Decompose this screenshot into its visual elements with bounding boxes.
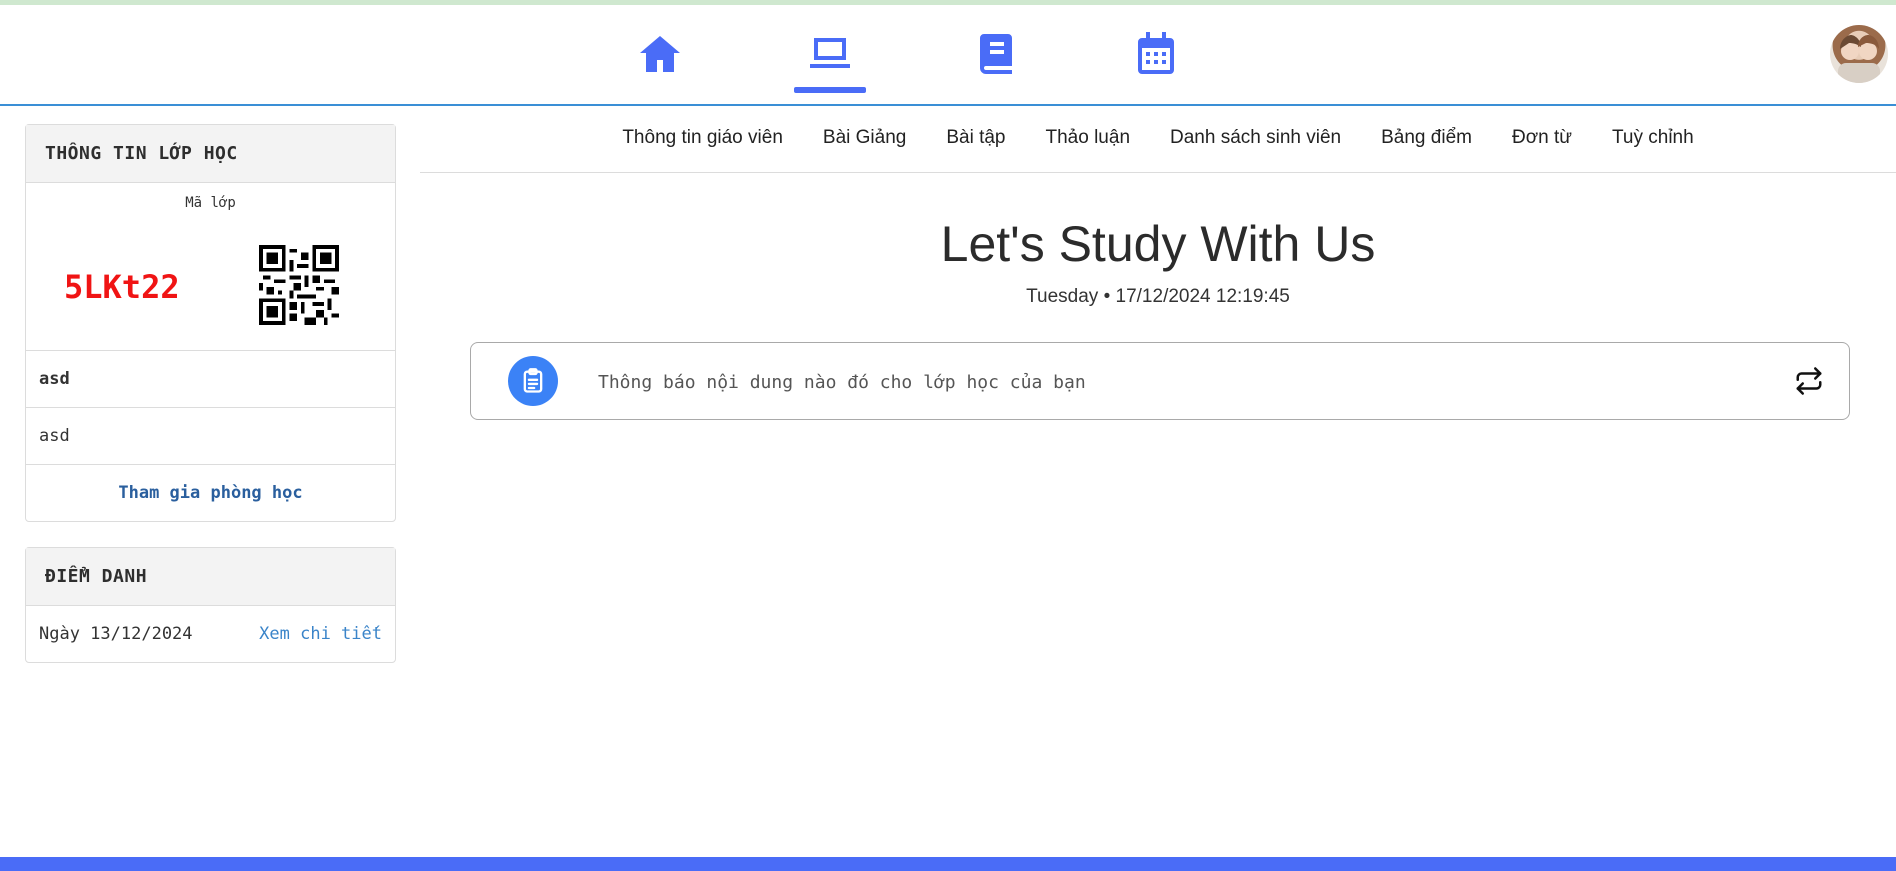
book-icon[interactable] [966, 30, 1026, 90]
announcement-input[interactable] [596, 361, 1750, 403]
qr-code-icon [259, 245, 339, 325]
class-info-heading: THÔNG TIN LỚP HỌC [26, 125, 395, 183]
class-code: 5LKt22 [64, 268, 180, 306]
tab-teacher-info[interactable]: Thông tin giáo viên [622, 127, 783, 149]
tab-assignments[interactable]: Bài tập [946, 127, 1005, 149]
top-navbar [0, 5, 1896, 106]
attendance-row: Ngày 13/12/2024 Xem chi tiết [26, 606, 395, 662]
announcement-box [470, 342, 1850, 420]
attendance-heading: ĐIỂM DANH [26, 548, 395, 606]
tab-student-list[interactable]: Danh sách sinh viên [1170, 127, 1341, 149]
clipboard-icon [508, 356, 558, 406]
join-room-link[interactable]: Tham gia phòng học [26, 465, 395, 521]
calendar-icon[interactable] [1126, 30, 1186, 90]
repeat-icon[interactable] [1794, 366, 1824, 396]
tab-settings[interactable]: Tuỳ chỉnh [1612, 127, 1694, 149]
tab-requests[interactable]: Đơn từ [1512, 127, 1572, 149]
hero-title: Let's Study With Us [940, 216, 1376, 272]
class-code-block: Mã lớp 5LKt22 [26, 183, 395, 351]
active-tab-indicator [794, 87, 866, 93]
class-tabs: Thông tin giáo viên Bài Giảng Bài tập Th… [420, 104, 1896, 173]
class-code-label: Mã lớp [185, 195, 236, 211]
hero-datetime: Tuesday • 17/12/2024 12:19:45 [1026, 286, 1290, 307]
tab-grades[interactable]: Bảng điểm [1381, 127, 1472, 149]
laptop-icon[interactable] [800, 30, 860, 90]
tab-discussion[interactable]: Thảo luận [1046, 127, 1131, 149]
class-description: asd [26, 408, 395, 465]
attendance-card: ĐIỂM DANH Ngày 13/12/2024 Xem chi tiết [25, 547, 396, 663]
footer-bar [0, 857, 1896, 871]
attendance-detail-link[interactable]: Xem chi tiết [259, 624, 382, 644]
class-info-card: THÔNG TIN LỚP HỌC Mã lớp 5LKt22 asd asd … [25, 124, 396, 522]
user-avatar[interactable] [1830, 25, 1888, 83]
tab-lectures[interactable]: Bài Giảng [823, 127, 906, 149]
home-icon[interactable] [630, 30, 690, 90]
attendance-date: Ngày 13/12/2024 [39, 624, 193, 644]
class-name: asd [26, 351, 395, 408]
